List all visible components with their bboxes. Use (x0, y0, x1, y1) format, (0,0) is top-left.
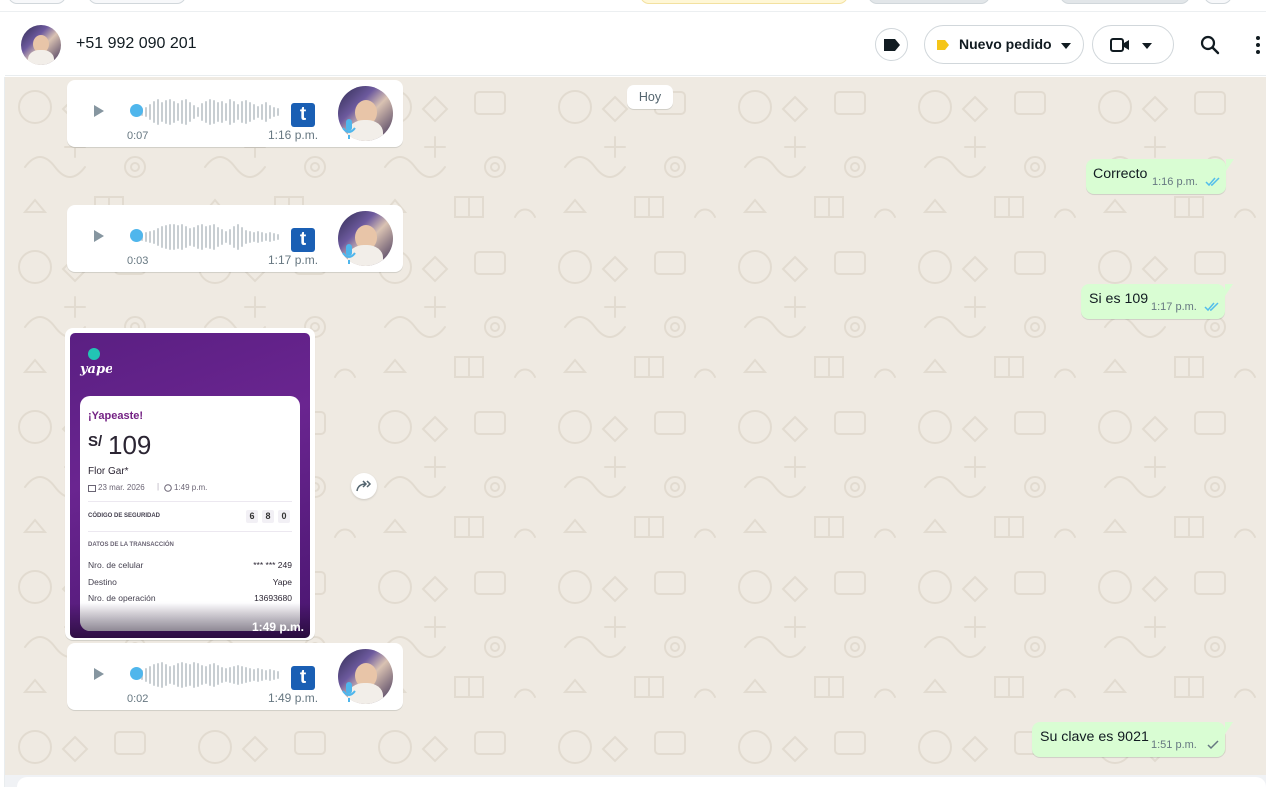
label-tag-icon (937, 40, 949, 50)
label-icon (883, 38, 900, 51)
receipt-recipient: Flor Gar* (88, 466, 129, 477)
video-call-button[interactable] (1092, 25, 1174, 64)
chevron-down-icon (1061, 43, 1071, 49)
receipt-currency: S/ (88, 433, 103, 450)
receipt-headline: ¡Yapeaste! (88, 410, 144, 422)
message-time: 1:49 p.m. (268, 691, 319, 705)
audio-waveform[interactable] (137, 660, 279, 690)
play-icon[interactable] (94, 230, 104, 242)
microphone-icon (342, 119, 356, 139)
chevron-down-icon (1142, 43, 1152, 49)
svg-text:yape: yape (79, 362, 112, 377)
audio-message: 0:03 1:17 p.m. t (67, 205, 403, 272)
clock-icon (164, 484, 172, 492)
label-dropdown-button[interactable]: Nuevo pedido (924, 25, 1084, 64)
message-input[interactable] (17, 777, 1266, 791)
audio-message: 0:02 1:49 p.m. t (67, 643, 403, 710)
security-code-digit: 0 (278, 510, 290, 523)
top-pill (1060, 0, 1190, 4)
yape-receipt-image[interactable]: yape ¡Yapeaste! S/ 109 Flor Gar* 23 mar.… (70, 333, 310, 638)
message-time: 1:16 p.m. (268, 128, 319, 142)
audio-message: 0:07 1:16 p.m. t (67, 80, 403, 147)
receipt-row-label: Destino (88, 577, 117, 587)
top-pill (1204, 0, 1232, 4)
bubble-tail (1226, 159, 1234, 171)
audio-duration: 0:03 (127, 255, 149, 267)
app-badge-icon: t (291, 228, 315, 252)
receipt-amount: 109 (108, 430, 152, 460)
menu-icon[interactable] (1255, 35, 1261, 55)
transaction-label: DATOS DE LA TRANSACCIÓN (88, 542, 174, 548)
app-badge-icon: t (291, 103, 315, 127)
play-icon[interactable] (94, 105, 104, 117)
security-code-label: CÓDIGO DE SEGURIDAD (88, 513, 161, 519)
audio-progress-knob[interactable] (130, 229, 143, 242)
message-time: 1:16 p.m. (1152, 176, 1198, 188)
security-code-digit: 6 (246, 510, 258, 523)
security-code-digit: 8 (262, 510, 274, 523)
sent-tick-icon (1207, 740, 1219, 750)
receipt-card: ¡Yapeaste! S/ 109 Flor Gar* 23 mar. 2026… (80, 396, 300, 631)
forward-button[interactable] (351, 473, 377, 499)
message-text: Su clave es 9021 (1040, 729, 1149, 745)
audio-progress-knob[interactable] (130, 104, 143, 117)
top-pill (8, 0, 66, 4)
video-call-icon (1110, 38, 1129, 52)
message-time: 1:51 p.m. (1151, 739, 1197, 751)
receipt-separator: | (157, 482, 160, 491)
receipt-time: 1:49 p.m. (174, 483, 208, 492)
read-receipt-icon (1204, 302, 1219, 312)
app-badge-icon: t (291, 666, 315, 690)
message-composer (5, 775, 1266, 791)
outgoing-message: Correcto 1:16 p.m. (1086, 159, 1226, 194)
receipt-row-value: *** *** 249 (253, 560, 292, 570)
message-text: Si es 109 (1089, 291, 1149, 307)
bubble-tail (1225, 722, 1233, 734)
receipt-divider (88, 501, 292, 502)
contact-avatar[interactable] (21, 25, 61, 65)
audio-duration: 0:02 (127, 693, 149, 705)
top-pill (868, 0, 990, 4)
read-receipt-icon (1205, 177, 1220, 187)
label-button-text: Nuevo pedido (959, 36, 1052, 52)
calendar-icon (88, 485, 96, 492)
contact-name[interactable]: +51 992 090 201 (76, 35, 197, 53)
message-text: Correcto (1093, 166, 1148, 182)
image-message[interactable]: yape ¡Yapeaste! S/ 109 Flor Gar* 23 mar.… (65, 328, 315, 640)
audio-duration: 0:07 (127, 130, 149, 142)
top-strip (0, 0, 1266, 12)
day-divider: Hoy (627, 85, 673, 109)
message-time: 1:17 p.m. (268, 253, 319, 267)
outgoing-message: Si es 109 1:17 p.m. (1081, 284, 1225, 319)
label-chat-button[interactable] (875, 28, 908, 61)
top-pill (88, 0, 186, 4)
message-time: 1:17 p.m. (1151, 301, 1197, 313)
receipt-date: 23 mar. 2026 (98, 483, 145, 492)
bubble-tail (1225, 284, 1233, 296)
search-icon[interactable] (1200, 35, 1220, 55)
receipt-divider (88, 531, 292, 532)
play-icon[interactable] (94, 668, 104, 680)
forward-icon (356, 480, 372, 492)
chat-header: +51 992 090 201 Nuevo pedido (5, 13, 1266, 76)
audio-waveform[interactable] (137, 97, 279, 127)
microphone-icon (342, 244, 356, 264)
microphone-icon (342, 682, 356, 702)
receipt-row-label: Nro. de celular (88, 560, 144, 570)
outgoing-message: Su clave es 9021 1:51 p.m. (1032, 722, 1225, 757)
receipt-row-value: Yape (272, 577, 292, 587)
top-pill (640, 0, 848, 4)
chat-area[interactable]: Hoy 0:07 1:16 p.m. t 0:03 1:17 p.m. t ya… (5, 77, 1266, 775)
audio-waveform[interactable] (137, 222, 279, 252)
audio-progress-knob[interactable] (130, 667, 143, 680)
image-time: 1:49 p.m. (251, 620, 304, 634)
yape-logo-icon: yape (79, 348, 112, 377)
